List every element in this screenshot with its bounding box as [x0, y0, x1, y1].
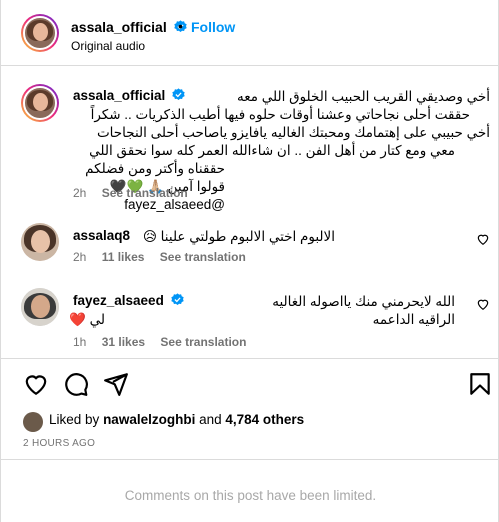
- post-header: assala_official • Follow Original audio: [1, 0, 499, 66]
- follow-button[interactable]: Follow: [191, 19, 235, 35]
- comment-username[interactable]: assalaq8: [73, 228, 130, 243]
- liked-by-user[interactable]: nawalelzoghbi: [103, 412, 195, 427]
- caption-see-translation[interactable]: See translation: [102, 186, 188, 200]
- comment-text: الالبوم اختي الالبوم طولتي علينا 😥: [142, 229, 335, 244]
- comment-footer: Comments on this post have been limited.: [1, 459, 499, 522]
- caption-username[interactable]: assala_official: [73, 88, 185, 103]
- bookmark-icon[interactable]: [467, 371, 493, 397]
- caption-meta: 2h See translation: [73, 186, 200, 200]
- post-timestamp[interactable]: 2 HOURS AGO: [23, 438, 95, 449]
- caption-line-2: حققت أحلى نجاحاتي وعشنا أوقات حلوه فيها …: [90, 107, 470, 122]
- heart-icon[interactable]: [476, 297, 490, 311]
- post-panel: assala_official • Follow Original audio …: [0, 0, 499, 522]
- caption-line-3: أخي حبيبي على إهتمامك ومحبتك الغاليه ياف…: [96, 125, 490, 140]
- likes-others[interactable]: 4,784 others: [225, 412, 304, 427]
- comment-text-line-1: الله لايحرمني منك يااصوله الغاليه الراقي…: [272, 294, 455, 327]
- comment-username[interactable]: fayez_alsaeed: [73, 293, 184, 308]
- comment-likes[interactable]: 11 likes: [102, 250, 145, 264]
- caption-line-1: أخي وصديقي القريب الحبيب الخلوق اللي معه: [237, 89, 490, 104]
- liked-by-avatar[interactable]: [23, 412, 43, 432]
- comments-limited-notice: Comments on this post have been limited.: [124, 488, 377, 503]
- share-icon[interactable]: [103, 371, 129, 397]
- heart-icon[interactable]: [476, 232, 490, 246]
- comment-time[interactable]: 2h: [73, 250, 86, 264]
- comment-meta: 1h 31 likes See translation: [73, 335, 258, 349]
- comment-time[interactable]: 1h: [73, 335, 86, 349]
- comment-see-translation[interactable]: See translation: [160, 250, 246, 264]
- comment-see-translation[interactable]: See translation: [160, 335, 246, 349]
- heart-icon[interactable]: [23, 371, 49, 397]
- comment-text-line-2: لي ❤️: [69, 312, 105, 327]
- comment-meta: 2h 11 likes See translation: [73, 250, 258, 264]
- caption-time[interactable]: 2h: [73, 186, 86, 200]
- likes-summary: Liked by nawalelzoghbi and 4,784 others: [49, 412, 305, 427]
- author-avatar[interactable]: [21, 14, 59, 52]
- comment-icon[interactable]: [63, 371, 89, 397]
- author-username[interactable]: assala_official: [71, 19, 187, 35]
- comment-avatar[interactable]: [21, 288, 59, 326]
- verified-badge-icon: [170, 293, 184, 306]
- audio-label[interactable]: Original audio: [71, 39, 145, 53]
- separator-dot: •: [178, 18, 183, 34]
- caption-line-4: معي ومع كتار من أهل الفن .. ان شاءالله ا…: [89, 143, 455, 158]
- comment-likes[interactable]: 31 likes: [102, 335, 145, 349]
- comment-avatar[interactable]: [21, 223, 59, 261]
